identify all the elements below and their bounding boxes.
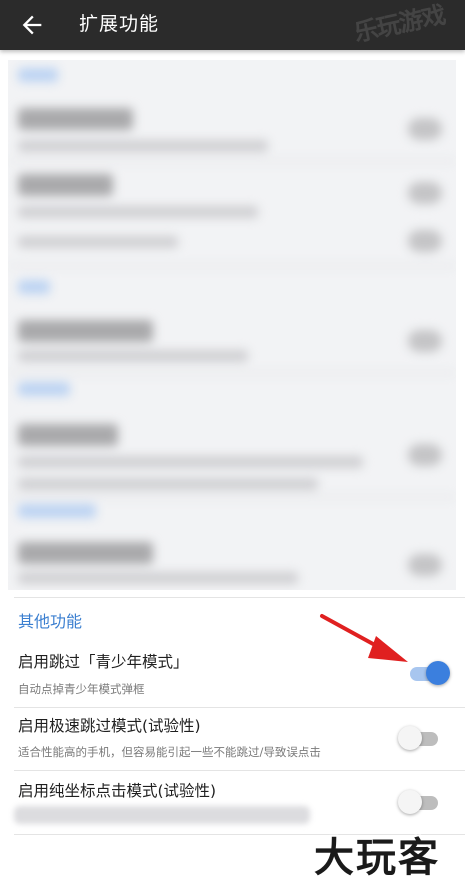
brand-watermark: 大玩客 xyxy=(314,835,440,881)
setting-subtitle: 适合性能高的手机，但容易能引起一些不能跳过/导致误点击 xyxy=(18,745,321,759)
blurred-subtitle xyxy=(14,806,310,824)
setting-subtitle: 自动点掉青少年模式弹框 xyxy=(18,682,145,696)
toggle-coordinate-click-mode[interactable] xyxy=(398,790,442,816)
app-bar: 扩展功能 乐玩游戏 xyxy=(0,0,465,50)
divider xyxy=(14,707,465,708)
annotation-arrow-icon xyxy=(320,614,408,662)
divider xyxy=(14,770,465,771)
toggle-thumb xyxy=(398,790,422,814)
setting-title: 启用跳过「青少年模式」 xyxy=(18,653,189,671)
page-title: 扩展功能 xyxy=(79,13,160,35)
toggle-skip-teen-mode[interactable] xyxy=(406,661,450,687)
divider xyxy=(14,597,465,598)
toggle-thumb xyxy=(398,726,422,750)
toggle-fast-skip-mode[interactable] xyxy=(398,726,442,752)
section-label-other-features: 其他功能 xyxy=(18,612,83,631)
setting-title: 启用纯坐标点击模式(试验性) xyxy=(18,782,217,800)
toggle-thumb xyxy=(426,661,450,685)
setting-title: 启用极速跳过模式(试验性) xyxy=(18,717,201,735)
arrow-left-icon[interactable] xyxy=(18,11,46,39)
top-watermark: 乐玩游戏 xyxy=(351,0,448,48)
blurred-settings-area xyxy=(8,60,456,590)
